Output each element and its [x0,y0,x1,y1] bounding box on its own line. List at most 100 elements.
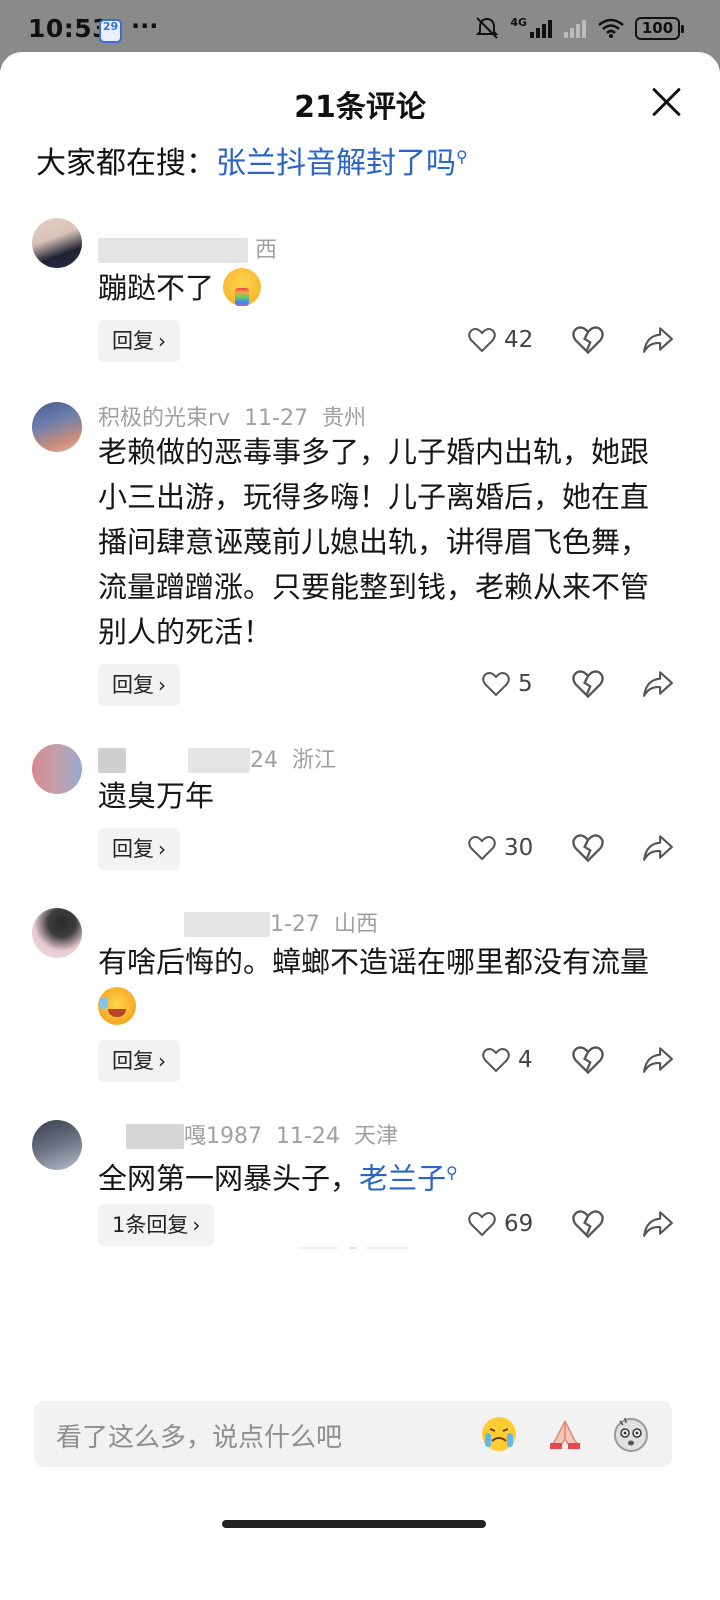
like-count: 5 [518,671,533,697]
more-notifications-icon: ··· [131,12,159,40]
signal-2-icon [564,20,586,38]
search-icon: ⚲ [456,147,468,166]
calendar-app-icon: 29 [99,19,122,43]
chevron-right-icon: › [158,1049,166,1073]
like-button[interactable]: 5 [482,664,533,704]
chevron-right-icon: › [158,329,166,353]
search-icon: ⚲ [446,1163,458,1182]
folded-hands-emoji-button-icon[interactable] [546,1415,584,1453]
comment-meta: x 西 [98,232,277,264]
comment-text: 有啥后悔的。蟑螂不造谣在哪里都没有流量 [98,940,668,1030]
chevron-right-icon: › [158,837,166,861]
share-icon[interactable] [642,832,674,864]
comment-actions: 4 [460,1040,680,1080]
broken-heart-icon[interactable] [572,832,604,864]
avatar[interactable] [32,1120,82,1170]
network-type-label: 4G [510,15,527,29]
heart-icon [468,836,496,861]
chevron-right-icon: › [158,673,166,697]
share-icon[interactable] [642,1044,674,1076]
search-term-link[interactable]: 老兰子 [359,1162,446,1196]
like-count: 42 [504,327,534,353]
avatar[interactable] [32,908,82,958]
crying-face-emoji-button-icon[interactable] [480,1415,518,1453]
like-button[interactable]: 4 [482,1040,533,1080]
comment-date: 11-27 [244,406,309,431]
comment-actions: 42 [460,320,680,360]
comment-actions: 69 [460,1204,680,1244]
share-icon[interactable] [642,668,674,700]
heart-icon [468,1212,496,1237]
reply-button[interactable]: 回复 › [98,320,180,362]
comment-text-content: 有啥后悔的。蟑螂不造谣在哪里都没有流量 [98,945,650,979]
comment-location: 西 [255,238,278,263]
laughing-crying-emoji-icon [98,987,136,1025]
share-icon[interactable] [642,1208,674,1240]
shocked-face-emoji-button-icon[interactable] [612,1415,650,1453]
share-icon[interactable] [642,324,674,356]
comment-text: 全网第一网暴头子，老兰子⚲ [98,1150,668,1202]
comment-author[interactable]: 积极的光束rv [98,406,230,431]
comment-meta: 积极的光束rv 11-27 贵州 [98,400,366,432]
comment-text: 老赖做的恶毒事多了，儿子婚内出轨，她跟小三出游，玩得多嗨！儿子离婚后，她在直播间… [98,435,650,649]
mute-bell-icon [475,17,499,39]
reply-button[interactable]: 回复 › [98,664,180,706]
avatar[interactable] [32,402,82,452]
comment-text: 遗臭万年 [98,779,215,813]
comment-text-content: 蹦跶不了 [98,271,215,305]
like-button[interactable]: 42 [468,320,533,360]
reply-label: 回复 [112,329,154,353]
wifi-icon [598,18,624,38]
comment-text-content: 全网第一网暴头子， [98,1161,360,1196]
like-count: 4 [518,1047,533,1073]
hot-search-term-link[interactable]: 张兰抖音解封了吗 [216,146,456,181]
comment-meta: x嘎1987 11-24 天津 [98,1118,398,1150]
comment-date: 1-27 [270,912,320,937]
comment-date: 24 [250,748,278,773]
comment-location: 贵州 [322,406,367,431]
status-time: 10:53 [28,14,111,43]
reply-label: 回复 [112,1049,154,1073]
reply-button[interactable]: 回复 › [98,828,180,870]
broken-heart-icon[interactable] [572,1044,604,1076]
comment-text: 蹦跶不了 [98,266,668,311]
comment-meta: x1-27 山西 [98,906,378,938]
view-replies-button[interactable]: 1条回复 › [98,1204,215,1246]
comment-location: 山西 [333,912,378,937]
comment-date: 11-24 [276,1124,340,1149]
home-indicator[interactable] [222,1520,486,1528]
status-icons: 4G 100 [474,15,684,40]
comment-author[interactable]: 嘎1987 [184,1124,262,1149]
avatar[interactable] [32,218,82,268]
broken-heart-icon[interactable] [572,1208,604,1240]
signal-icon [530,20,552,38]
like-button[interactable]: 69 [468,1204,533,1244]
hot-search-prefix: 大家都在搜： [36,146,216,181]
comment-meta: xx24 浙江 [98,742,336,774]
broken-heart-icon[interactable] [572,324,604,356]
comment-actions: 30 [460,828,680,868]
comment-location: 天津 [353,1124,398,1149]
reply-label: 1条回复 [112,1213,189,1237]
like-count: 69 [504,1211,534,1237]
close-button[interactable] [650,85,684,119]
comment-actions: 5 [460,664,680,704]
like-button[interactable]: 30 [468,828,533,868]
reply-label: 回复 [112,673,154,697]
reply-label: 回复 [112,837,154,861]
heart-icon [482,1048,510,1073]
comment-location: 浙江 [292,748,337,773]
avatar[interactable] [32,744,82,794]
reply-button[interactable]: 回复 › [98,1040,180,1082]
heart-icon [482,672,510,697]
rainbow-vomit-emoji-icon [223,268,262,306]
battery-indicator: 100 [635,16,684,40]
comment-input-placeholder: 看了这么多，说点什么吧 [56,1423,343,1453]
hot-search-bar: 大家都在搜：张兰抖音解封了吗⚲ [36,138,468,182]
sheet-title: 21条评论 [294,90,426,125]
heart-icon [468,328,496,353]
comment-input[interactable]: 看了这么多，说点什么吧 [34,1401,672,1467]
chevron-right-icon: › [192,1213,201,1237]
broken-heart-icon[interactable] [572,668,604,700]
loading-indicator [298,1247,408,1249]
